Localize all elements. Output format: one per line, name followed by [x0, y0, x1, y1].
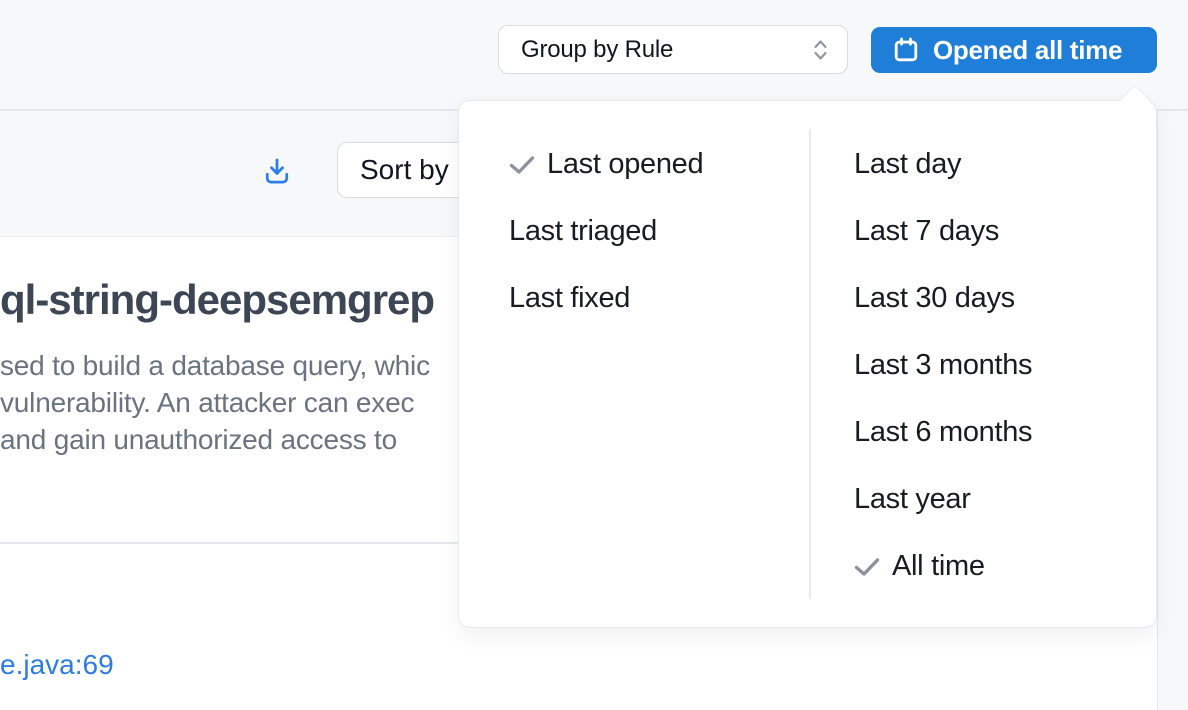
source-file-link[interactable]: e.java:69 [0, 649, 114, 681]
menu-item-label: Last fixed [509, 282, 630, 315]
menu-item-label: Last 3 months [854, 349, 1032, 382]
opened-all-time-button[interactable]: Opened all time [871, 27, 1157, 73]
menu-item-last-opened[interactable]: Last opened [459, 131, 809, 198]
menu-item-label: Last 30 days [854, 282, 1015, 315]
check-icon [509, 155, 535, 175]
menu-item-label: Last 7 days [854, 215, 999, 248]
menu-item-label: Last day [854, 148, 961, 181]
dropdown-sort-field-list: Last opened Last triaged Last fixed [459, 101, 809, 627]
date-filter-label: Opened all time [933, 35, 1122, 66]
dropdown-column-divider [809, 129, 811, 599]
date-filter-dropdown: Last opened Last triaged Last fixed Last d… [458, 100, 1157, 628]
calendar-icon [892, 36, 920, 64]
menu-item-label: Last opened [547, 148, 703, 181]
select-chevrons-icon [812, 38, 829, 62]
menu-item-label: All time [892, 550, 985, 583]
menu-item-last-triaged[interactable]: Last triaged [459, 198, 809, 265]
menu-item-last-7-days[interactable]: Last 7 days [809, 198, 1156, 265]
menu-item-last-day[interactable]: Last day [809, 131, 1156, 198]
menu-item-last-fixed[interactable]: Last fixed [459, 265, 809, 332]
sort-button-label: Sort by h [338, 154, 472, 186]
dropdown-date-range-list: Last day Last 7 days Last 30 days Last 3 mo… [809, 101, 1156, 627]
download-icon[interactable] [258, 152, 296, 190]
group-by-select[interactable]: Group by Rule [498, 25, 848, 74]
menu-item-last-6-months[interactable]: Last 6 months [809, 399, 1156, 466]
group-by-selected-value: Group by Rule [499, 36, 673, 64]
check-icon [854, 557, 880, 577]
menu-item-last-30-days[interactable]: Last 30 days [809, 265, 1156, 332]
menu-item-label: Last year [854, 483, 971, 516]
menu-item-label: Last 6 months [854, 416, 1032, 449]
menu-item-last-year[interactable]: Last year [809, 466, 1156, 533]
menu-item-all-time[interactable]: All time [809, 533, 1156, 600]
right-gutter [1157, 110, 1188, 710]
menu-item-last-3-months[interactable]: Last 3 months [809, 332, 1156, 399]
menu-item-label: Last triaged [509, 215, 657, 248]
